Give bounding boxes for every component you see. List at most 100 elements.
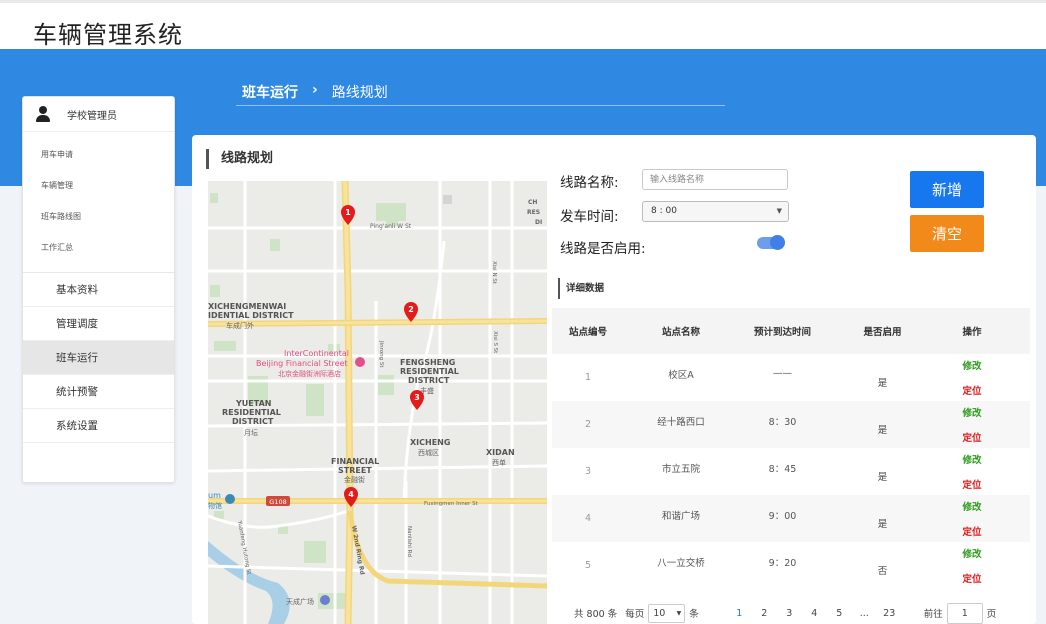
per-page-unit: 条 [689,609,699,620]
chevron-right-icon: › [312,82,318,98]
map-label-xisi-s: Xisi S St [492,331,498,354]
user-icon [35,106,51,122]
per-page-label: 每页 [625,609,645,620]
table-row: 5 八一立交桥 9：20 否 修改 定位 [552,542,1030,589]
edit-link[interactable]: 修改 [938,499,1006,513]
page-3[interactable]: 3 [777,608,802,619]
page-23[interactable]: 23 [877,608,902,619]
header-station-no: 站点编号 [568,327,607,338]
map-label-res: RES [527,209,540,216]
cell-no: 2 [584,419,592,430]
edit-link[interactable]: 修改 [938,452,1006,466]
header-enabled: 是否启用 [863,327,902,338]
breadcrumb: 班车运行 › 路线规划 [236,82,725,106]
locate-link[interactable]: 定位 [938,477,1006,491]
cell-no: 1 [584,372,592,383]
map-label-financial-cn: 金融街 [344,475,365,484]
user-name: 学校管理员 [67,110,117,122]
sidebar-item-work-summary[interactable]: 工作汇总 [23,232,174,263]
map-label-che: CH [528,199,537,206]
route-enabled-toggle[interactable] [757,235,785,250]
locate-link[interactable]: 定位 [938,571,1006,585]
page-ellipsis[interactable]: ... [852,608,877,619]
page-2[interactable]: 2 [752,608,777,619]
sidebar-item-settings[interactable]: 系统设置 [23,409,174,443]
locate-link[interactable]: 定位 [938,524,1006,538]
chevron-down-icon: ▼ [676,609,682,617]
map-label-xichengmenwai: XICHENGMENWAI [208,302,286,311]
edit-link[interactable]: 修改 [938,546,1006,560]
page-5[interactable]: 5 [827,608,852,619]
cell-enabled: 是 [877,424,888,436]
table-row: 4 和谐广场 9：00 是 修改 定位 [552,495,1030,542]
map-label-xichengmenwai-2: IDENTIAL DISTRICT [208,311,294,320]
map-label-intercontinental: InterContinental [284,349,349,358]
pagination: 共 800 条 每页 10 ▼ 条 1 2 3 4 5 ... 23 前往 1 页 [574,602,1034,624]
map-label-xicheng: XICHENG [410,438,450,447]
svg-text:1: 1 [345,208,351,217]
map-label-g108: G108 [269,498,286,506]
sidebar-sub-list: 用车申请 车辆管理 班车路线图 工作汇总 [23,132,174,273]
pagination-total: 共 800 条 [574,609,618,620]
map-label-fengsheng: FENGSHENG [400,358,455,367]
route-map[interactable]: G108 Ping'anli W St CH RES DI XICHENGMEN… [208,181,547,624]
cell-no: 3 [584,466,592,477]
top-header: 车辆管理系统 [0,0,1046,49]
sidebar: 学校管理员 用车申请 车辆管理 班车路线图 工作汇总 基本资料 管理调度 班车运… [22,96,175,483]
map-label-xicheng-cn: 西城区 [418,449,439,457]
sidebar-item-dispatch[interactable]: 管理调度 [23,307,174,341]
map-label-fengsheng-3: DISTRICT [408,376,450,385]
locate-link[interactable]: 定位 [938,430,1006,444]
svg-text:4: 4 [348,490,354,499]
sidebar-item-vehicle-management[interactable]: 车辆管理 [23,170,174,201]
section-title: 线路规划 [206,149,273,169]
map-label-nanlishi: Nanlishi Rd [406,526,412,557]
edit-link[interactable]: 修改 [938,405,1006,419]
cell-name: 市立五院 [661,463,700,475]
map-label-yuetan-2: RESIDENTIAL [222,408,281,417]
goto-unit: 页 [986,609,997,620]
sidebar-item-basic-info[interactable]: 基本资料 [23,273,174,307]
map-label-pingan: Ping'anli W St [370,223,412,230]
breadcrumb-parent[interactable]: 班车运行 [242,82,298,102]
cell-enabled: 是 [877,377,888,389]
map-label-di: DI [535,219,542,226]
goto-page-input[interactable]: 1 [946,602,983,624]
depart-time-select[interactable]: 8 : 00 ▼ [642,201,789,222]
map-label-yuetan: YUETAN [235,399,271,408]
locate-link[interactable]: 定位 [938,383,1006,397]
chevron-down-icon: ▼ [776,207,782,215]
table-row: 1 校区A —— 是 修改 定位 [552,354,1030,401]
per-page-select[interactable]: 10 ▼ [648,603,686,623]
sidebar-item-car-request[interactable]: 用车申请 [23,139,174,170]
table-row: 2 经十路西口 8：30 是 修改 定位 [552,401,1030,448]
map-label-jinrong: Jinrong St [378,340,384,368]
map-label-tiancheng: 天成广场 [286,597,314,606]
header-station-name: 站点名称 [661,327,700,338]
page-4[interactable]: 4 [802,608,827,619]
add-button[interactable]: 新增 [910,171,984,208]
clear-button[interactable]: 清空 [910,215,984,252]
map-label-xisi: Xisi N St [491,261,497,285]
map-label-fuxingmen: Fuxingmen Inner St [424,501,479,507]
cell-no: 5 [584,560,592,571]
page-1[interactable]: 1 [727,608,752,619]
edit-link[interactable]: 修改 [938,358,1006,372]
sidebar-item-shuttle-map[interactable]: 班车路线图 [23,201,174,232]
map-label-financial-2: STREET [338,466,372,475]
svg-text:3: 3 [414,393,420,402]
sidebar-item-statistics[interactable]: 统计预警 [23,375,174,409]
cell-time: 8：45 [768,463,797,475]
cell-no: 4 [584,513,592,524]
cell-name: 经十路西口 [657,416,705,428]
sidebar-item-shuttle-run[interactable]: 班车运行 [23,341,174,375]
user-row[interactable]: 学校管理员 [23,97,174,132]
cell-time: 9：20 [768,557,797,569]
goto-label: 前往 [923,609,943,620]
cell-enabled: 是 [877,518,888,530]
map-label-xidan: XIDAN [486,448,515,457]
map-label-xichengmenwai-cn: 车成门外 [226,321,254,330]
route-name-input[interactable] [642,169,788,190]
map-label-museum: um [208,491,221,500]
table-header: 站点编号 站点名称 预计到达时间 是否启用 操作 [552,308,1030,354]
